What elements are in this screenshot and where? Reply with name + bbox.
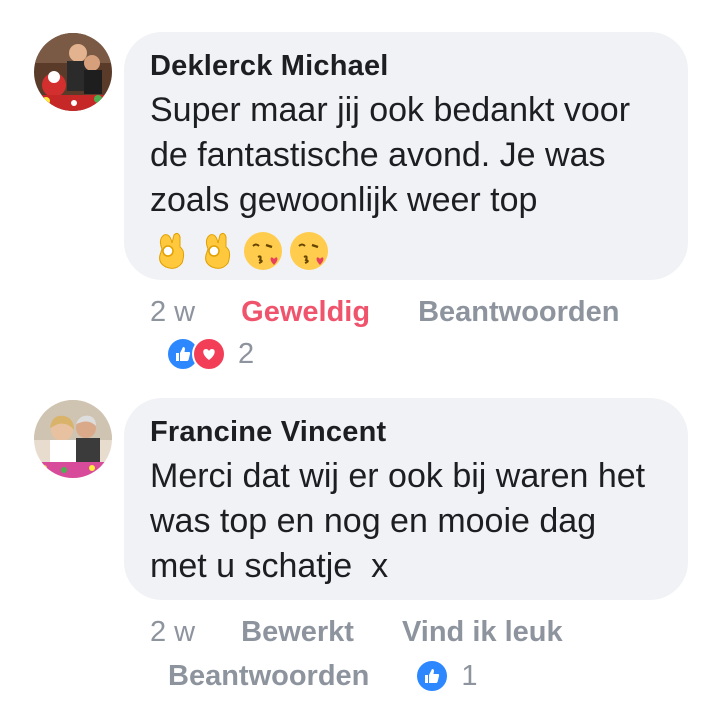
ok-hand-emoji — [159, 232, 185, 269]
comment-author[interactable]: Deklerck Michael — [150, 48, 662, 84]
avatar[interactable] — [34, 33, 112, 111]
reaction-count: 1 — [461, 659, 478, 692]
face-blowing-kiss-emoji — [244, 232, 282, 270]
profile-photo — [34, 400, 112, 478]
comment-actions-row-2: Beantwoorden 1 — [168, 656, 478, 696]
like-icon — [415, 659, 450, 693]
reaction-summary[interactable]: 2 — [166, 336, 254, 372]
ok-hand-emoji — [205, 232, 231, 269]
comment-text: Super maar jij ook bedankt voor de fanta… — [150, 91, 640, 219]
emoji-row — [150, 229, 662, 273]
timestamp[interactable]: 2 w — [150, 616, 195, 649]
comment-actions: 2 w Bewerkt Vind ik leuk — [150, 612, 563, 652]
reaction-count: 2 — [238, 337, 255, 370]
face-blowing-kiss-emoji — [290, 232, 328, 270]
love-icon — [192, 337, 226, 371]
reply-button[interactable]: Beantwoorden — [168, 660, 369, 693]
avatar[interactable] — [34, 400, 112, 478]
reaction-button[interactable]: Geweldig — [241, 296, 370, 329]
comment-text: Merci dat wij er ook bij waren het was t… — [150, 457, 655, 585]
comment-bubble: Francine Vincent Merci dat wij er ook bi… — [124, 398, 688, 600]
comment-author[interactable]: Francine Vincent — [150, 414, 662, 450]
reaction-summary[interactable]: 1 — [415, 659, 478, 693]
like-button[interactable]: Vind ik leuk — [402, 616, 563, 649]
comment-bubble: Deklerck Michael Super maar jij ook beda… — [124, 32, 688, 280]
edited-label[interactable]: Bewerkt — [241, 616, 354, 649]
reply-button[interactable]: Beantwoorden — [418, 296, 619, 329]
comment-actions: 2 w Geweldig Beantwoorden — [150, 292, 619, 332]
timestamp[interactable]: 2 w — [150, 296, 195, 329]
profile-photo — [34, 33, 112, 111]
